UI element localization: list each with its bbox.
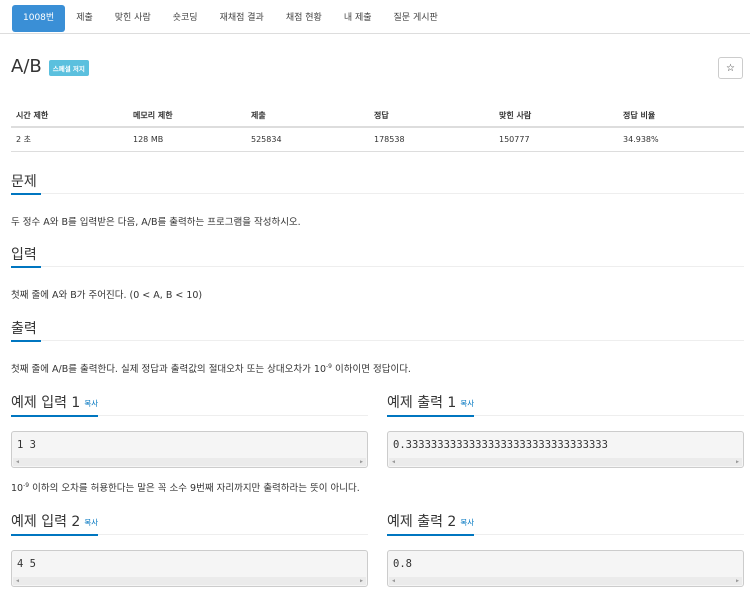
example-output-2-title: 예제 출력 2	[387, 514, 457, 530]
example-input-1-title: 예제 입력 1	[11, 395, 81, 411]
copy-example-output-1-link[interactable]: 복사	[460, 399, 474, 408]
note-part2: 이하의 오차를 허용한다는 말은 꼭 소수 9번째 자리까지만 출력하라는 뜻이…	[29, 483, 360, 494]
scroll-right-icon[interactable]: ▶	[360, 578, 363, 584]
example-note: 10-9 이하의 오차를 허용한다는 말은 꼭 소수 9번째 자리까지만 출력하…	[11, 480, 360, 494]
horizontal-scrollbar[interactable]: ◀ ▶	[13, 577, 366, 585]
table-header: 맞힌 사람	[494, 105, 618, 128]
input-heading: 입력	[11, 245, 41, 268]
table-header: 메모리 제한	[128, 105, 246, 128]
nav-tab-my-submissions[interactable]: 내 제출	[333, 5, 383, 32]
scroll-left-icon[interactable]: ◀	[16, 459, 19, 465]
solved-users-value: 150777	[494, 127, 618, 152]
scroll-left-icon[interactable]: ◀	[16, 578, 19, 584]
example-output-1-box[interactable]: 0.33333333333333333333333333333333 ◀ ▶	[387, 431, 744, 468]
nav-tab-solved-users[interactable]: 맞힌 사람	[104, 5, 162, 32]
nav-divider	[0, 33, 750, 34]
favorite-button[interactable]: ☆	[718, 57, 743, 79]
example-output-2-heading: 예제 출력 2 복사	[387, 512, 475, 536]
nav-tab-submit[interactable]: 제출	[65, 5, 104, 32]
table-header: 정답 비율	[618, 105, 744, 128]
special-judge-badge: 스페셜 저지	[48, 60, 89, 76]
memory-limit-value: 128 MB	[128, 127, 246, 152]
scroll-left-icon[interactable]: ◀	[392, 578, 395, 584]
example-input-2-title: 예제 입력 2	[11, 514, 81, 530]
problem-title-row: A/B 스페셜 저지	[11, 56, 89, 77]
output-text-part1: 첫째 줄에 A/B를 출력한다. 실제 정답과 출력값의 절대오차 또는 상대오…	[11, 364, 326, 375]
nav-tab-status[interactable]: 채점 현황	[275, 5, 333, 32]
example-input-2-header: 예제 입력 2 복사	[11, 511, 368, 536]
input-section-header: 입력	[11, 244, 744, 268]
output-heading: 출력	[11, 319, 41, 342]
copy-example-input-2-link[interactable]: 복사	[84, 518, 98, 527]
problem-title: A/B	[11, 56, 42, 77]
scroll-right-icon[interactable]: ▶	[736, 578, 739, 584]
example-input-2-box[interactable]: 4 5 ◀ ▶	[11, 550, 368, 587]
example-output-1-text: 0.33333333333333333333333333333333	[393, 439, 608, 451]
output-description: 첫째 줄에 A/B를 출력한다. 실제 정답과 출력값의 절대오차 또는 상대오…	[11, 361, 411, 375]
problem-heading: 문제	[11, 172, 41, 195]
example-input-1-header: 예제 입력 1 복사	[11, 392, 368, 417]
scroll-right-icon[interactable]: ▶	[360, 459, 363, 465]
example-output-1-heading: 예제 출력 1 복사	[387, 393, 475, 417]
horizontal-scrollbar[interactable]: ◀ ▶	[389, 577, 742, 585]
problem-info-table: 시간 제한 메모리 제한 제출 정답 맞힌 사람 정답 비율 2 초 128 M…	[11, 105, 744, 152]
horizontal-scrollbar[interactable]: ◀ ▶	[389, 458, 742, 466]
table-row: 2 초 128 MB 525834 178538 150777 34.938%	[11, 127, 744, 152]
submissions-value: 525834	[246, 127, 369, 152]
table-header: 정답	[369, 105, 494, 128]
output-exponent: -9	[325, 363, 332, 370]
example-input-1-heading: 예제 입력 1 복사	[11, 393, 99, 417]
nav-tab-short-coding[interactable]: 숏코딩	[162, 5, 209, 32]
example-output-2-text: 0.8	[393, 558, 412, 570]
example-input-1-box[interactable]: 1 3 ◀ ▶	[11, 431, 368, 468]
nav-tab-problem[interactable]: 1008번	[12, 5, 66, 32]
accept-ratio-value: 34.938%	[618, 127, 744, 152]
example-input-1-text: 1 3	[17, 439, 36, 451]
problem-nav: 1008번 제출 맞힌 사람 숏코딩 재채점 결과 채점 현황 내 제출 질문 …	[12, 5, 449, 32]
example-output-1-header: 예제 출력 1 복사	[387, 392, 744, 417]
example-input-2-text: 4 5	[17, 558, 36, 570]
nav-tab-question-board[interactable]: 질문 게시판	[383, 5, 449, 32]
copy-example-input-1-link[interactable]: 복사	[84, 399, 98, 408]
table-header: 시간 제한	[11, 105, 128, 128]
output-section-header: 출력	[11, 318, 744, 342]
note-exponent: -9	[23, 482, 30, 489]
example-input-2-heading: 예제 입력 2 복사	[11, 512, 99, 536]
note-part1: 10	[11, 483, 24, 494]
copy-example-output-2-link[interactable]: 복사	[460, 518, 474, 527]
table-header: 제출	[246, 105, 369, 128]
nav-tab-rejudge-results[interactable]: 재채점 결과	[209, 5, 275, 32]
problem-description: 두 정수 A와 B를 입력받은 다음, A/B를 출력하는 프로그램을 작성하시…	[11, 217, 301, 228]
time-limit-value: 2 초	[11, 127, 128, 152]
accepted-value: 178538	[369, 127, 494, 152]
scroll-left-icon[interactable]: ◀	[392, 459, 395, 465]
example-output-2-box[interactable]: 0.8 ◀ ▶	[387, 550, 744, 587]
example-output-1-title: 예제 출력 1	[387, 395, 457, 411]
table-header-row: 시간 제한 메모리 제한 제출 정답 맞힌 사람 정답 비율	[11, 105, 744, 128]
horizontal-scrollbar[interactable]: ◀ ▶	[13, 458, 366, 466]
star-icon: ☆	[726, 62, 735, 74]
example-output-2-header: 예제 출력 2 복사	[387, 511, 744, 536]
problem-section-header: 문제	[11, 171, 744, 195]
scroll-right-icon[interactable]: ▶	[736, 459, 739, 465]
output-text-part2: 이하이면 정답이다.	[331, 364, 411, 375]
input-description: 첫째 줄에 A와 B가 주어진다. (0 < A, B < 10)	[11, 290, 203, 301]
